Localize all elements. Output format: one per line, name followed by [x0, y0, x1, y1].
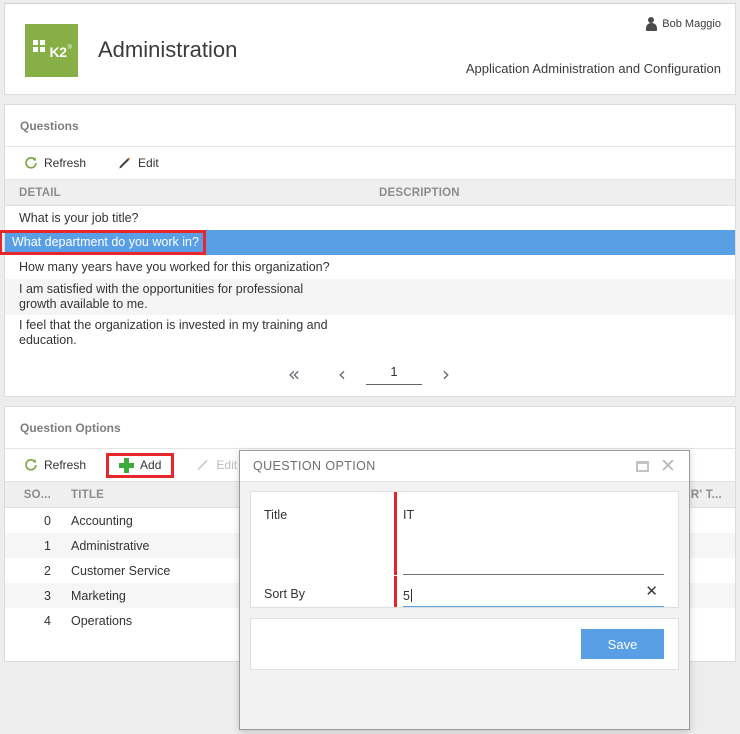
sort-by-input[interactable]: 5 [403, 576, 664, 607]
dialog-body: Title IT Sort By 5 ✕ [240, 482, 689, 608]
sort-by-required-marker: 5 ✕ [394, 576, 664, 607]
user-avatar-icon [645, 17, 657, 31]
options-refresh-button[interactable]: Refresh [16, 454, 94, 476]
pagination-prev-button[interactable]: ‹ [318, 364, 366, 384]
dialog-form: Title IT Sort By 5 ✕ [250, 491, 679, 608]
dialog-footer: Save [250, 618, 679, 670]
options-add-label: Add [140, 458, 162, 472]
admin-page: K2 ® Administration Bob Maggio Applicati… [0, 0, 740, 734]
title-required-marker: IT [394, 492, 664, 575]
questions-toolbar: Refresh Edit [5, 147, 735, 180]
logo-square-4 [39, 46, 45, 52]
title-field-container: IT [394, 492, 678, 575]
table-row[interactable]: How many years have you worked for this … [5, 255, 735, 279]
question-detail: What department do you work in? [0, 230, 206, 255]
sort-by-value: 5 [403, 588, 410, 603]
pencil-icon [196, 458, 210, 472]
questions-col-description[interactable]: DESCRIPTION [365, 187, 735, 199]
options-edit-label: Edit [216, 458, 238, 472]
title-field-label: Title [264, 508, 288, 522]
question-detail: I feel that the organization is invested… [19, 318, 328, 347]
pagination-first-button[interactable]: « [270, 364, 318, 384]
question-options-panel-title: Question Options [5, 407, 735, 449]
sort-by-field-container: 5 ✕ [394, 576, 678, 607]
options-add-button[interactable]: Add [106, 452, 175, 478]
options-col-sort[interactable]: SO... [5, 489, 57, 501]
questions-refresh-label: Refresh [44, 156, 87, 170]
table-row[interactable]: I feel that the organization is invested… [5, 315, 735, 351]
questions-col-detail[interactable]: DETAIL [5, 187, 365, 199]
options-col-title[interactable]: TITLE [57, 489, 227, 501]
logo-text: K2 [49, 43, 68, 60]
pagination-next-button[interactable]: › [422, 364, 470, 384]
questions-edit-button[interactable]: Edit [110, 152, 167, 174]
maximize-icon [635, 460, 649, 472]
options-refresh-label: Refresh [44, 458, 87, 472]
questions-refresh-button[interactable]: Refresh [16, 152, 94, 174]
field-row-title: Title IT [251, 492, 678, 575]
questions-grid-body: What is your job title? What department … [0, 206, 735, 351]
app-header: K2 ® Administration Bob Maggio Applicati… [4, 3, 736, 95]
questions-pagination: « ‹ 1 › [5, 351, 735, 396]
option-title: Accounting [71, 513, 133, 528]
plus-icon [119, 457, 135, 473]
sort-by-clear-icon[interactable]: ✕ [645, 582, 658, 600]
question-detail: How many years have you worked for this … [19, 259, 330, 274]
question-option-dialog: QUESTION OPTION ✕ Title IT Sort By 5 ✕ S… [239, 450, 690, 730]
header-subtitle: Application Administration and Configura… [465, 61, 721, 76]
option-title: Marketing [71, 588, 126, 603]
field-row-sort-by: Sort By 5 ✕ [251, 576, 678, 607]
title-input[interactable]: IT [403, 492, 664, 575]
dialog-close-button[interactable]: ✕ [655, 455, 681, 477]
table-row[interactable]: What is your job title? [5, 206, 735, 230]
table-row[interactable]: What department do you work in? [0, 230, 735, 255]
option-sort: 3 [44, 588, 51, 603]
option-sort: 4 [44, 613, 51, 628]
pagination-page-1[interactable]: 1 [366, 364, 422, 385]
dialog-maximize-button[interactable] [629, 460, 655, 472]
option-title: Administrative [71, 538, 150, 553]
user-info[interactable]: Bob Maggio [645, 17, 721, 31]
question-detail: I am satisfied with the opportunities fo… [19, 282, 304, 311]
refresh-icon [24, 458, 38, 472]
logo-square-2 [39, 39, 45, 45]
k2-logo: K2 ® [25, 24, 78, 77]
refresh-icon [24, 156, 38, 170]
questions-grid-header: DETAIL DESCRIPTION [5, 180, 735, 206]
question-detail: What is your job title? [19, 210, 139, 225]
option-sort: 0 [44, 513, 51, 528]
page-title: Administration [98, 37, 238, 62]
dialog-title: QUESTION OPTION [253, 459, 376, 473]
option-sort: 2 [44, 563, 51, 578]
options-edit-button: Edit [188, 454, 245, 476]
pencil-icon [118, 156, 132, 170]
logo-trademark-icon: ® [67, 44, 72, 51]
text-caret [410, 589, 412, 602]
dialog-titlebar[interactable]: QUESTION OPTION ✕ [240, 451, 689, 482]
option-title: Operations [71, 613, 133, 628]
table-row[interactable]: I am satisfied with the opportunities fo… [5, 279, 735, 315]
questions-edit-label: Edit [138, 156, 159, 170]
questions-panel-title: Questions [5, 105, 735, 147]
user-name-label: Bob Maggio [662, 18, 721, 30]
save-button[interactable]: Save [581, 629, 664, 659]
close-icon: ✕ [660, 455, 676, 477]
option-sort: 1 [44, 538, 51, 553]
option-title: Customer Service [71, 563, 171, 578]
questions-panel: Questions Refresh Edit DETAIL DESCRIPTIO… [0, 104, 736, 397]
logo-square-1 [32, 39, 38, 45]
logo-square-3 [32, 46, 38, 52]
sort-by-field-label: Sort By [264, 587, 305, 601]
